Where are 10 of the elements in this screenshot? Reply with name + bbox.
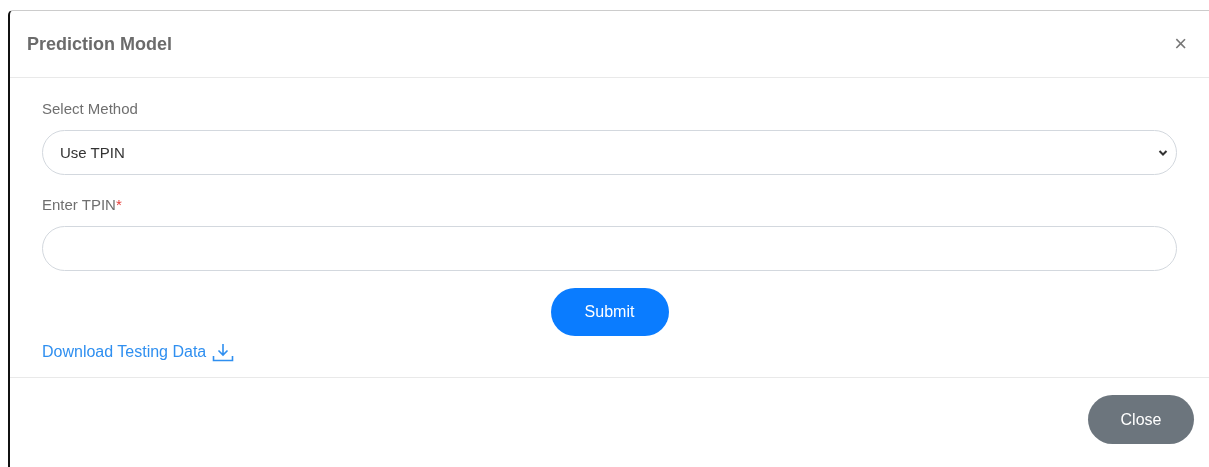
field-label: Enter TPIN* [42, 196, 123, 213]
method-select[interactable]: Use TPIN [42, 130, 1177, 175]
dialog-title: Prediction Model [27, 33, 172, 55]
field-label: Select Method [42, 100, 139, 117]
chevron-down-icon [1158, 148, 1168, 157]
tpin-input-field[interactable] [42, 226, 1177, 271]
download-link[interactable]: Download Testing Data [42, 343, 207, 361]
submit-button[interactable]: Submit [550, 288, 669, 336]
close-button[interactable]: Close [1088, 395, 1194, 444]
download-icon[interactable] [212, 342, 235, 362]
